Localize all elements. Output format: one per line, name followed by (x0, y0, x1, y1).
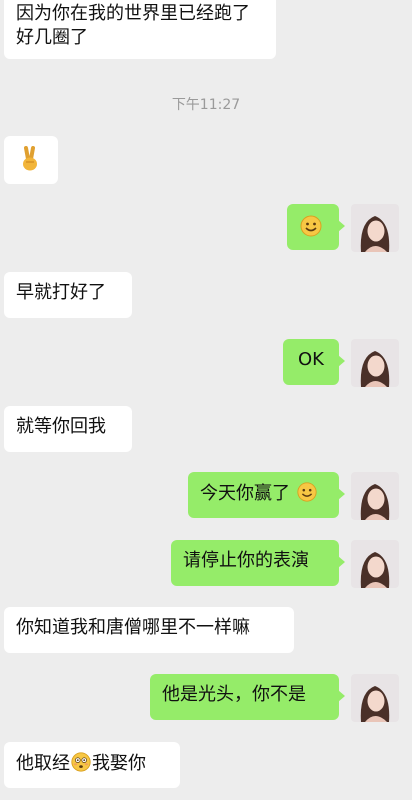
message-text: 我娶你 (92, 753, 146, 774)
message-text: 请停止你的表演 (183, 550, 309, 571)
message-bubble[interactable]: 早就打好了 (4, 272, 132, 318)
message-text: 你知道我和唐僧哪里不一样嘛 (16, 617, 250, 638)
smile-emoji-icon (296, 481, 318, 510)
message-bubble[interactable]: 因为你在我的世界里已经跑了好几圈了 (4, 0, 276, 59)
avatar[interactable] (351, 674, 399, 722)
flushed-emoji-icon (70, 751, 92, 780)
message-bubble[interactable]: 今天你赢了 (188, 472, 345, 518)
victory-hand-emoji-icon (18, 146, 42, 179)
message-bubble[interactable]: 请停止你的表演 (171, 540, 345, 586)
timestamp: 下午11:27 (171, 97, 241, 113)
message-text: 就等你回我 (16, 416, 106, 437)
message-bubble[interactable] (4, 136, 58, 184)
smile-emoji-icon (299, 214, 323, 245)
avatar[interactable] (351, 339, 399, 387)
message-bubble[interactable]: 他是光头，你不是 (150, 674, 345, 720)
message-text: 他是光头，你不是 (162, 684, 306, 705)
message-text: OK (298, 349, 324, 370)
message-text: 早就打好了 (16, 282, 106, 303)
message-text: 因为你在我的世界里已经跑了好几圈了 (16, 3, 250, 48)
message-text: 今天你赢了 (200, 483, 290, 504)
avatar[interactable] (351, 540, 399, 588)
avatar[interactable] (351, 472, 399, 520)
avatar[interactable] (351, 204, 399, 252)
message-bubble[interactable]: 他取经 我娶你 (4, 742, 180, 788)
message-bubble[interactable]: OK (283, 339, 345, 385)
message-bubble[interactable] (287, 204, 345, 250)
message-bubble[interactable]: 你知道我和唐僧哪里不一样嘛 (4, 607, 294, 653)
message-text: 他取经 (16, 753, 70, 774)
message-bubble[interactable]: 就等你回我 (4, 406, 132, 452)
